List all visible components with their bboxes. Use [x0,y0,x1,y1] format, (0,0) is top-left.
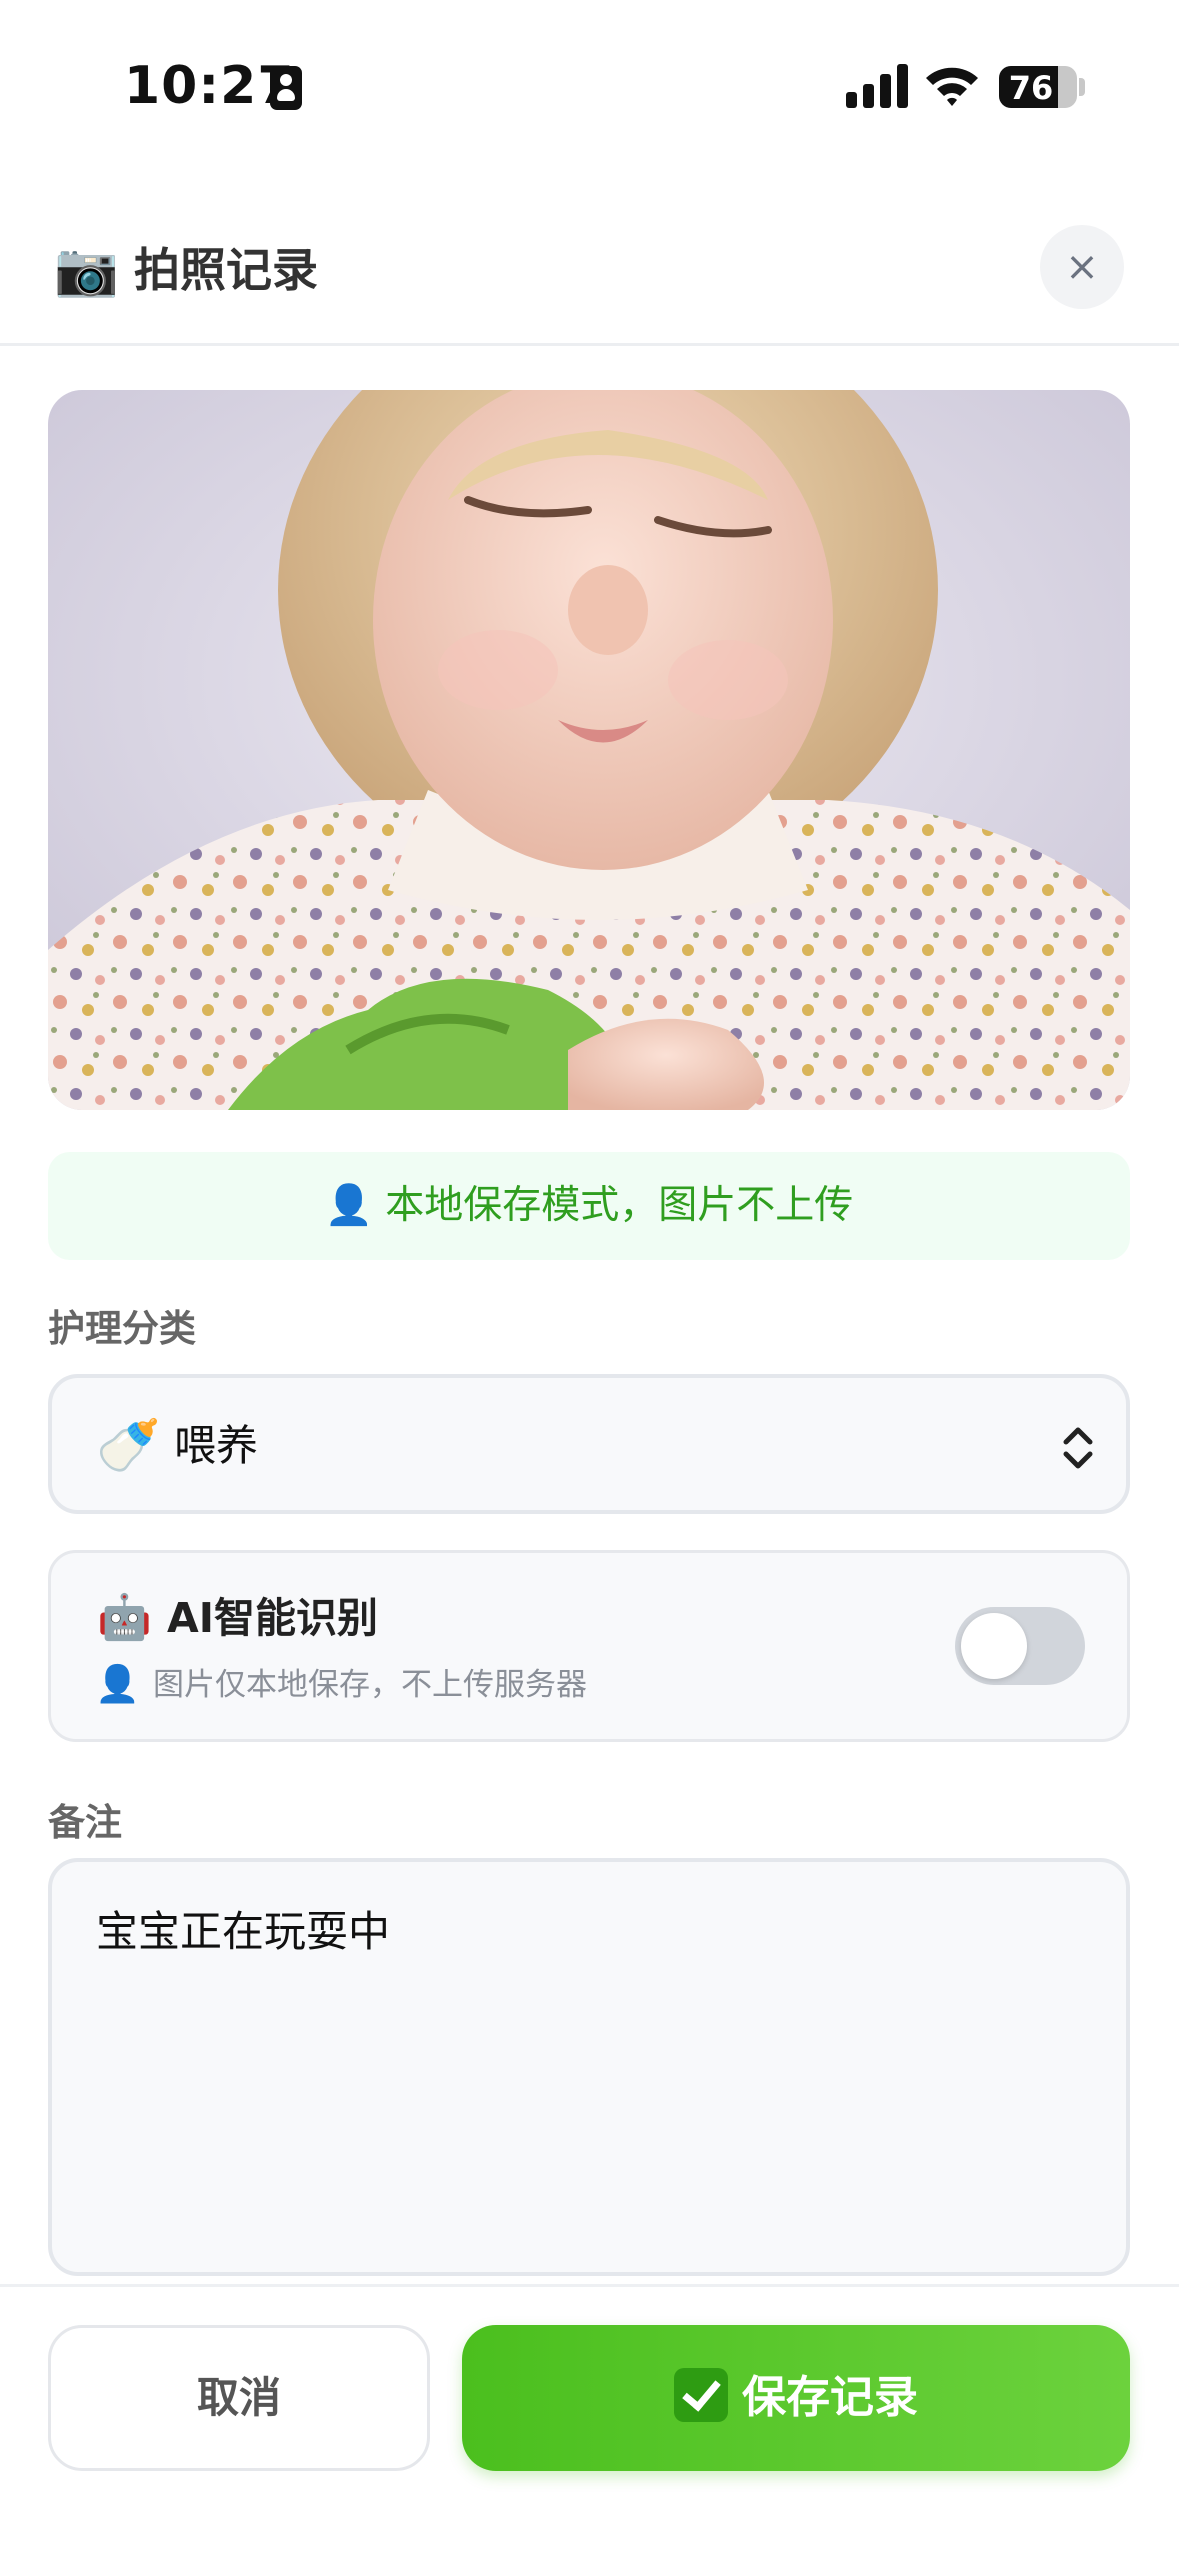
user-icon: 👤 [95,1664,140,1705]
notes-textarea[interactable]: 宝宝正在玩耍中 [48,1858,1130,2276]
ai-recognition-toggle[interactable] [955,1607,1085,1685]
status-time: 10:27 [124,56,295,116]
user-icon: 👤 [324,1183,374,1228]
local-save-banner: 👤 本地保存模式，图片不上传 [48,1152,1130,1260]
status-bar: 10:27 76 [0,0,1179,170]
robot-icon: 🤖 [97,1592,152,1643]
ai-recognition-title: AI智能识别 [167,1594,378,1642]
check-mark-icon [674,2368,728,2422]
category-select[interactable]: 🍼 喂养 [48,1374,1130,1514]
page-title: 拍照记录 [134,243,318,297]
wifi-icon [926,67,978,106]
battery-cap [1079,78,1085,96]
camera-icon: 📷 [54,240,119,300]
cellular-signal-icon [846,64,908,108]
chevron-up-down-icon [1063,1427,1093,1469]
baby-bottle-icon: 🍼 [96,1416,161,1476]
photo-record-screen: 10:27 76 📷 拍照记录 × 👤 本地保存模式，图片不上传 护理分类 🍼 … [0,0,1179,2556]
save-record-button[interactable]: 保存记录 [462,2325,1130,2471]
battery-icon: 76 [999,66,1077,108]
ai-recognition-card: 🤖 AI智能识别 👤 图片仅本地保存，不上传服务器 [48,1550,1130,1742]
battery-level: 76 [1008,69,1054,107]
toggle-knob [961,1613,1027,1679]
bottom-action-bar: 取消 保存记录 [0,2284,1179,2556]
sheet-header: 📷 拍照记录 × [0,200,1179,346]
local-save-text: 本地保存模式，图片不上传 [385,1183,854,1228]
category-selected-value: 喂养 [174,1421,259,1470]
contact-card-icon [270,66,302,110]
ai-recognition-subtitle: 图片仅本地保存，不上传服务器 [153,1667,587,1703]
captured-photo [48,390,1130,1110]
close-button[interactable]: × [1040,225,1124,309]
save-record-label: 保存记录 [742,2372,918,2423]
cancel-button[interactable]: 取消 [48,2325,430,2471]
notes-label: 备注 [48,1801,122,1844]
category-label: 护理分类 [48,1307,196,1350]
baby-photo-icon [48,390,1130,1110]
